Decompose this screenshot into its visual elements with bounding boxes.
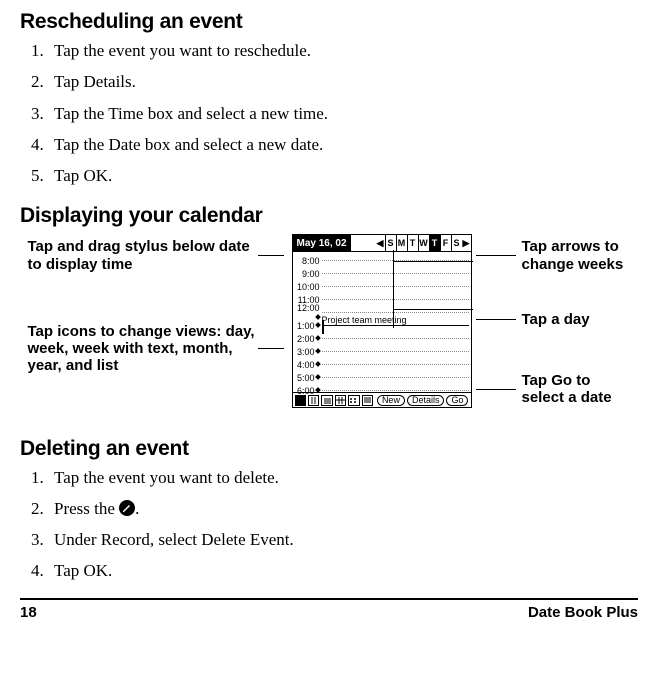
step: Tap OK. — [48, 560, 638, 581]
pm-marker-icon — [315, 348, 321, 354]
time-label[interactable]: 8:00 — [296, 256, 322, 266]
calendar-diagram: Tap and drag stylus below date to displa… — [20, 234, 638, 426]
heading-displaying: Displaying your calendar — [20, 204, 638, 228]
callout-arrows-weeks: Tap arrows to change weeks — [522, 238, 631, 273]
time-label[interactable]: 5:00 — [296, 373, 322, 383]
time-label[interactable]: 4:00 — [296, 360, 322, 370]
pm-marker-icon — [315, 322, 321, 328]
heading-deleting: Deleting an event — [20, 437, 638, 461]
week-day-selector: S M T W T F S — [385, 235, 462, 251]
week-day-w[interactable]: W — [418, 235, 429, 251]
step: Tap the event you want to reschedule. — [48, 40, 638, 61]
week-day-t1[interactable]: T — [407, 235, 418, 251]
step: Tap the Time box and select a new time. — [48, 103, 638, 124]
callout-drag-stylus: Tap and drag stylus below date to displa… — [28, 238, 258, 273]
time-label[interactable]: 10:00 — [296, 282, 322, 292]
pda-date-title[interactable]: May 16, 02 — [293, 235, 351, 251]
step: Tap the Date box and select a new date. — [48, 134, 638, 155]
pda-screen: May 16, 02 ◀ S M T W T F S ▶ 8:00 9:00 — [292, 234, 472, 408]
step: Under Record, select Delete Event. — [48, 529, 638, 550]
pm-marker-icon — [315, 361, 321, 367]
time-label[interactable]: 2:00 — [296, 334, 322, 344]
callout-connector — [393, 309, 473, 310]
week-day-t2[interactable]: T — [429, 235, 440, 251]
view-month-icon[interactable] — [335, 395, 346, 406]
rescheduling-steps: Tap the event you want to reschedule. Ta… — [20, 40, 638, 186]
week-day-f[interactable]: F — [440, 235, 451, 251]
page-number: 18 — [20, 604, 37, 621]
pda-topbar: May 16, 02 ◀ S M T W T F S ▶ — [293, 235, 471, 252]
time-label[interactable]: 9:00 — [296, 269, 322, 279]
week-day-s2[interactable]: S — [451, 235, 462, 251]
callout-tap-go: Tap Go to select a date — [522, 372, 631, 407]
callout-change-views: Tap icons to change views: day, week, we… — [28, 323, 258, 375]
step: Tap Details. — [48, 71, 638, 92]
callout-tap-day: Tap a day — [522, 311, 590, 328]
pencil-icon — [119, 500, 135, 516]
week-prev-arrow[interactable]: ◀ — [376, 235, 385, 251]
deleting-steps: Tap the event you want to delete. Press … — [20, 467, 638, 582]
pm-marker-icon — [315, 374, 321, 380]
time-label[interactable]: 3:00 — [296, 347, 322, 357]
section-name: Date Book Plus — [528, 604, 638, 621]
pda-body[interactable]: 8:00 9:00 10:00 11:00 12:00 1:00Project … — [293, 252, 471, 392]
step: Press the . — [48, 498, 638, 519]
view-day-icon[interactable] — [295, 395, 306, 406]
week-day-s1[interactable]: S — [385, 235, 396, 251]
week-next-arrow[interactable]: ▶ — [462, 235, 471, 251]
event-text[interactable]: Project team meeting — [322, 315, 407, 325]
pm-marker-icon — [315, 387, 321, 393]
view-year-icon[interactable] — [348, 395, 359, 406]
view-list-icon[interactable] — [362, 395, 373, 406]
week-day-m[interactable]: M — [396, 235, 407, 251]
page-footer: 18 Date Book Plus — [20, 598, 638, 621]
step: Tap the event you want to delete. — [48, 467, 638, 488]
time-label[interactable]: 1:00 — [296, 321, 322, 331]
view-week-text-icon[interactable] — [321, 395, 332, 406]
step: Tap OK. — [48, 165, 638, 186]
heading-rescheduling: Rescheduling an event — [20, 10, 638, 34]
pm-marker-icon — [315, 335, 321, 341]
callout-connector — [393, 261, 473, 262]
view-week-icon[interactable] — [308, 395, 319, 406]
